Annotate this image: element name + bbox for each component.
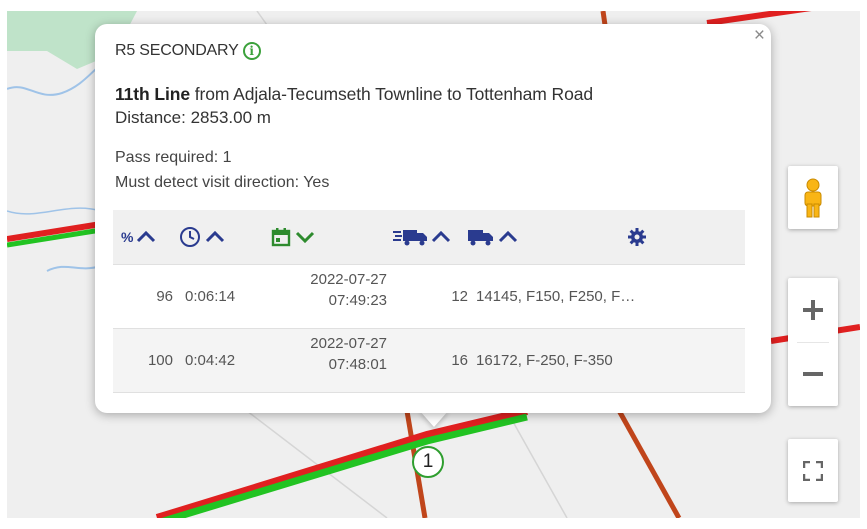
count-cell: 12	[451, 288, 468, 305]
road-name: 11th Line	[115, 84, 190, 104]
pass-required-text: Pass required: 1	[115, 149, 232, 166]
zoom-out-button[interactable]	[788, 343, 838, 406]
visit-direction-text: Must detect visit direction: Yes	[115, 174, 330, 191]
duration-cell: 0:04:42	[185, 352, 236, 369]
table-row[interactable]: 96 0:06:14 2022-07-27 07:49:23 12 14145,…	[113, 265, 745, 329]
street-view-button[interactable]	[788, 166, 838, 229]
gear-icon	[628, 228, 646, 246]
sort-count-header[interactable]	[393, 210, 451, 264]
chevron-up-icon	[137, 230, 156, 243]
sort-percent-header[interactable]: %	[121, 210, 156, 264]
close-button[interactable]: ×	[754, 26, 765, 46]
truck-icon	[468, 230, 493, 246]
fullscreen-button[interactable]	[788, 439, 838, 502]
time-text: 07:48:01	[328, 356, 387, 373]
count-cell: 16	[451, 352, 468, 369]
column-settings-button[interactable]	[627, 210, 647, 264]
minus-icon	[803, 372, 823, 376]
river	[46, 265, 102, 272]
distance-text: Distance: 2853.00 m	[115, 108, 271, 127]
route-segment	[161, 413, 528, 518]
sort-date-header[interactable]	[271, 210, 315, 264]
minor-road	[506, 410, 568, 518]
minor-road	[246, 410, 388, 518]
zoom-in-button[interactable]	[788, 279, 838, 342]
visits-table: % 96 0:06:14 2022-07-27 07:49:23 12 1414…	[113, 210, 745, 393]
minor-road	[256, 11, 268, 26]
segment-description: 11th Line from Adjala-Tecumseth Townline…	[115, 84, 593, 105]
chevron-up-icon	[431, 230, 451, 243]
plus-icon	[803, 300, 823, 320]
chevron-down-icon	[295, 231, 315, 244]
arterial-road	[614, 405, 682, 518]
road-class-label: R5 SECONDARY	[115, 42, 239, 59]
chevron-up-icon	[498, 230, 518, 243]
road-info-popup: × R5 SECONDARY i 11th Line from Adjala-T…	[95, 24, 771, 413]
fullscreen-icon	[803, 460, 823, 481]
datetime-cell: 2022-07-27 07:49:23	[310, 269, 387, 311]
table-header: %	[113, 210, 745, 265]
route-segment	[706, 11, 812, 26]
date-text: 2022-07-27	[310, 335, 387, 352]
river	[7, 62, 104, 96]
road-extent: from Adjala-Tecumseth Townline to Totten…	[194, 84, 593, 104]
percent-label: %	[121, 229, 134, 245]
vehicles-cell: 16172, F-250, F-350	[476, 352, 613, 369]
clock-icon	[180, 227, 200, 247]
zoom-control	[788, 278, 838, 406]
chevron-up-icon	[205, 230, 225, 243]
percent-cell: 100	[147, 352, 173, 369]
percent-cell: 96	[156, 288, 173, 305]
sort-duration-header[interactable]	[179, 210, 225, 264]
road-class-header: R5 SECONDARY i	[115, 42, 261, 60]
sort-vehicles-header[interactable]	[467, 210, 518, 264]
date-text: 2022-07-27	[310, 271, 387, 288]
arterial-road	[600, 11, 608, 26]
fast-truck-icon	[393, 230, 427, 246]
duration-cell: 0:06:14	[185, 288, 236, 305]
river	[7, 207, 102, 215]
calendar-icon	[271, 228, 291, 247]
datetime-cell: 2022-07-27 07:48:01	[310, 333, 387, 375]
vehicles-cell: 14145, F150, F250, F350	[476, 288, 636, 305]
time-text: 07:49:23	[328, 292, 387, 309]
route-marker[interactable]: 1	[412, 446, 444, 478]
pegman-icon	[804, 178, 822, 217]
info-icon[interactable]: i	[242, 42, 261, 60]
table-row[interactable]: 100 0:04:42 2022-07-27 07:48:01 16 16172…	[113, 329, 745, 393]
